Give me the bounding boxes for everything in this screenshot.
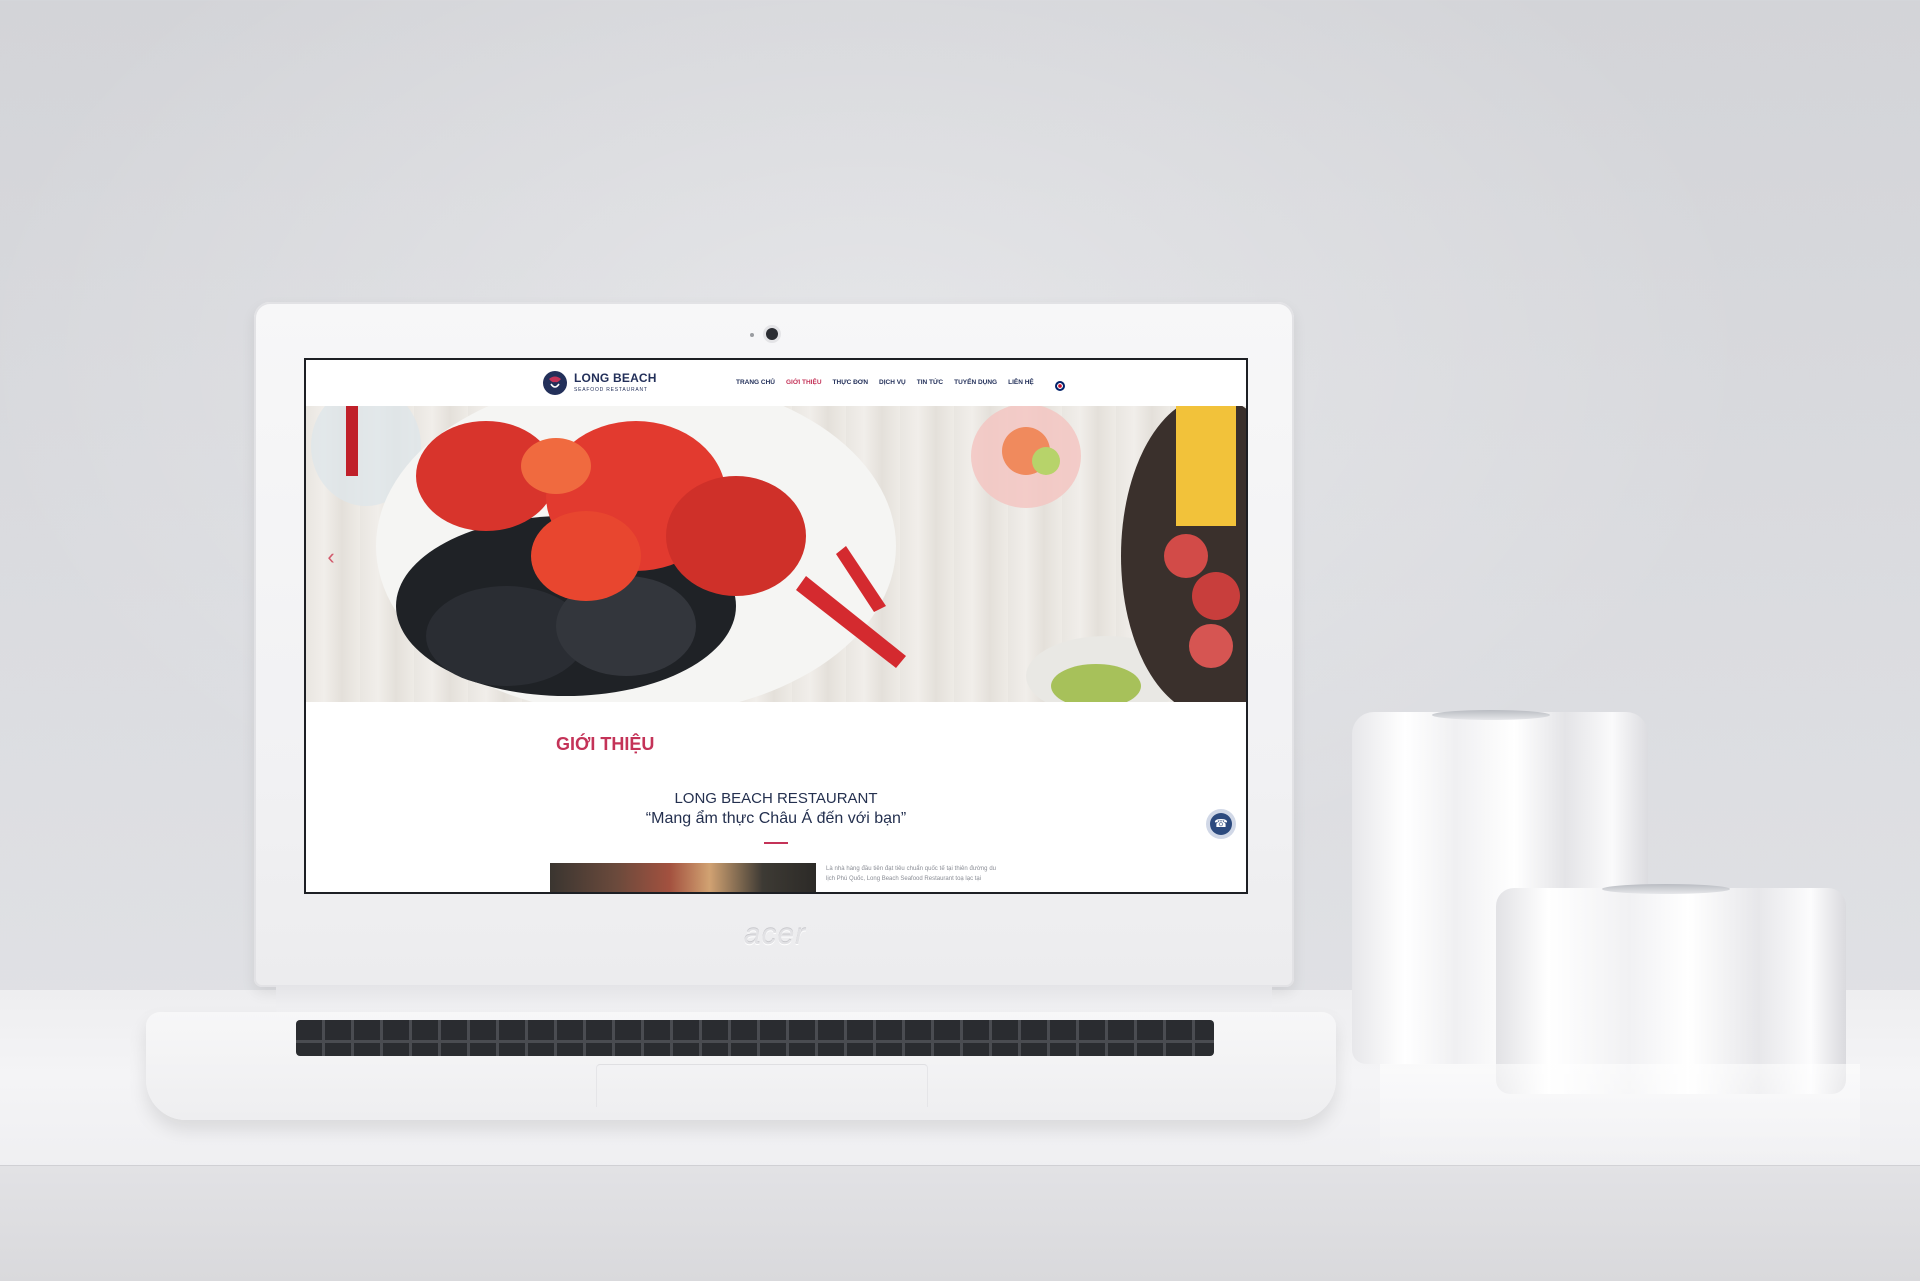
restaurant-slogan: “Mang ẩm thực Châu Á đến với bạn” xyxy=(645,810,907,827)
nav-item-about[interactable]: GIỚI THIỆU xyxy=(786,379,822,389)
nav-item-careers[interactable]: TUYỂN DỤNG xyxy=(954,379,997,389)
keyboard-row-gap xyxy=(296,1040,1214,1043)
hero-slider[interactable]: ‹ xyxy=(306,406,1246,702)
laptop-screen: LONG BEACH SEAFOOD RESTAURANT TRANG CHỦ … xyxy=(304,358,1248,894)
chevron-left-icon[interactable]: ‹ xyxy=(322,546,340,568)
section-title: GIỚI THIỆU xyxy=(556,734,655,754)
main-nav: TRANG CHỦ GIỚI THIỆU THỰC ĐƠN DỊCH VỤ TI… xyxy=(736,379,1034,389)
nav-item-home[interactable]: TRANG CHỦ xyxy=(736,379,775,389)
camera-led xyxy=(750,333,754,337)
intro-photo xyxy=(550,863,816,892)
desk-front xyxy=(0,1165,1920,1281)
restaurant-name: LONG BEACH RESTAURANT xyxy=(674,790,878,807)
section-divider xyxy=(764,842,788,844)
short-vase-candle xyxy=(1602,884,1730,894)
laptop-hinge xyxy=(276,985,1272,1015)
laptop-brand-logo: acer xyxy=(743,918,807,951)
webcam-icon xyxy=(766,328,778,340)
site-header: LONG BEACH SEAFOOD RESTAURANT TRANG CHỦ … xyxy=(306,360,1246,407)
lobster-logo-icon[interactable] xyxy=(542,370,568,396)
intro-text: Là nhà hàng đầu tiên đạt tiêu chuẩn quốc… xyxy=(826,866,996,882)
logo-name[interactable]: LONG BEACH xyxy=(574,371,657,385)
logo-tagline: SEAFOOD RESTAURANT xyxy=(574,387,648,393)
nav-item-news[interactable]: TIN TỨC xyxy=(917,379,943,389)
tall-vase-candle xyxy=(1432,710,1550,720)
laptop-keyboard xyxy=(296,1020,1214,1056)
nav-item-services[interactable]: DỊCH VỤ xyxy=(879,379,906,389)
uk-flag-icon[interactable] xyxy=(1055,381,1065,391)
laptop-touchpad xyxy=(596,1064,928,1107)
phone-icon[interactable]: ☎ xyxy=(1210,813,1232,835)
vase-reflection xyxy=(1380,1064,1860,1174)
seafood-photo xyxy=(311,406,1246,702)
nav-item-menu[interactable]: THỰC ĐƠN xyxy=(833,379,869,389)
nav-item-contact[interactable]: LIÊN HỆ xyxy=(1008,379,1034,389)
